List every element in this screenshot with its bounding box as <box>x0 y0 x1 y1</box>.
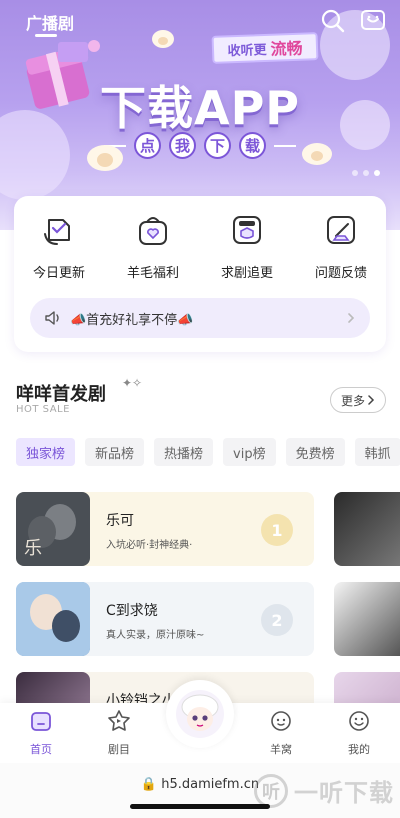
nav-home[interactable]: 首页 <box>6 709 76 757</box>
drama-title: 乐可 <box>106 513 134 529</box>
nav-label: 我的 <box>348 743 370 756</box>
cover-art <box>16 582 90 656</box>
tab-hot[interactable]: 热播榜 <box>154 438 214 466</box>
cover-art: 乐 <box>16 492 90 566</box>
chevron-right-icon <box>348 313 355 323</box>
tab-exclusive[interactable]: 独家榜 <box>16 438 76 466</box>
tab-free[interactable]: 免费榜 <box>285 438 345 466</box>
promo-big-text: 流畅 <box>270 38 303 59</box>
url-label: h5.damiefm.cn <box>161 777 260 792</box>
search-icon[interactable] <box>320 8 346 34</box>
sparkle-icon: ✦✧ <box>122 376 143 390</box>
title-underline <box>35 34 57 37</box>
more-label: 更多 <box>340 393 365 408</box>
section-title: 咩咩首发剧 <box>16 384 106 405</box>
cta-line <box>274 144 296 147</box>
message-face-icon[interactable] <box>360 8 386 34</box>
carousel-dot[interactable] <box>363 170 369 176</box>
calendar-refresh-icon <box>44 219 70 245</box>
carousel-dots[interactable] <box>352 170 380 176</box>
drama-desc: 真人实录，原汁原味~ <box>106 630 205 641</box>
tab-vip[interactable]: vip榜 <box>223 438 276 466</box>
more-button[interactable]: 更多 <box>330 387 386 413</box>
page-title: 广播剧 <box>26 14 75 33</box>
svg-text:1: 1 <box>271 521 282 540</box>
sheep-icon <box>87 145 123 171</box>
banner-headline: 下载APP <box>99 81 301 135</box>
home-icon <box>31 712 51 731</box>
watermark: 听 一听下载 <box>254 773 394 808</box>
request-badge-icon <box>233 216 261 244</box>
notice-bar[interactable]: 📣首充好礼享不停📣 <box>30 298 370 338</box>
cta-char: 点 <box>134 132 161 159</box>
menu-label: 羊毛福利 <box>126 266 179 281</box>
ranking-tabs: 独家榜 新品榜 热播榜 vip榜 免费榜 韩抓 <box>16 438 400 466</box>
nav-label: 剧目 <box>108 743 130 756</box>
drama-title: C到求饶 <box>106 603 158 619</box>
nav-label: 羊窝 <box>270 743 292 756</box>
menu-item-feedback[interactable]: 问题反馈 <box>296 212 386 281</box>
home-indicator[interactable] <box>130 804 270 809</box>
cta-char: 载 <box>239 132 266 159</box>
section-subtitle: HOT SALE <box>16 404 70 415</box>
svg-text:乐: 乐 <box>24 538 42 559</box>
rank-medal-icon: 1 <box>261 514 293 546</box>
menu-label: 今日更新 <box>32 266 85 281</box>
carousel-dot[interactable] <box>352 170 358 176</box>
nav-mine[interactable]: 我的 <box>324 709 394 757</box>
promo-small-text: 收听更 <box>227 42 267 59</box>
list-item[interactable]: C到求饶 真人实录，原汁原味~ 2 <box>16 582 314 656</box>
center-mascot-button[interactable] <box>166 680 234 748</box>
tab-korean[interactable]: 韩抓 <box>354 438 400 466</box>
rank-medal-icon: 2 <box>261 604 293 636</box>
svg-text:2: 2 <box>271 611 282 630</box>
list-item[interactable]: 乐 乐可 入坑必听·封神经典· 1 <box>16 492 314 566</box>
watermark-text: 一听下载 <box>294 779 394 807</box>
sheep-icon <box>152 30 174 48</box>
smile-face-icon <box>349 711 369 731</box>
gift-box-icon <box>58 42 88 62</box>
speaker-icon <box>45 311 59 325</box>
sheep-mascot-icon <box>176 690 224 738</box>
gift-bag-icon <box>139 217 167 245</box>
cta-char: 我 <box>169 132 196 159</box>
menu-label: 求剧追更 <box>220 266 273 281</box>
cover-image: 乐 <box>16 492 90 566</box>
drama-desc: 入坑必听·封神经典· <box>106 540 193 551</box>
nav-label: 首页 <box>30 743 52 756</box>
notice-text: 📣首充好礼享不停📣 <box>70 312 194 328</box>
promo-badge: 收听更 流畅 <box>211 32 319 64</box>
download-cta[interactable]: 点 我 下 载 <box>0 132 400 159</box>
quick-menu-card: 今日更新 羊毛福利 求剧追更 问题反馈 📣首充好礼享不停📣 <box>14 196 386 352</box>
feedback-icon <box>327 216 355 244</box>
nav-sheep-nest[interactable]: 羊窝 <box>246 709 316 757</box>
carousel-dot-active[interactable] <box>374 170 380 176</box>
nav-dramas[interactable]: 剧目 <box>84 709 154 757</box>
menu-item-today-update[interactable]: 今日更新 <box>14 212 104 281</box>
lock-icon: 🔒 <box>140 777 158 792</box>
side-cover-image[interactable] <box>334 582 400 656</box>
side-cover-image[interactable] <box>334 492 400 566</box>
tab-new[interactable]: 新品榜 <box>85 438 145 466</box>
cta-char: 下 <box>204 132 231 159</box>
menu-label: 问题反馈 <box>314 266 367 281</box>
sheep-face-icon <box>271 711 291 731</box>
menu-item-welfare[interactable]: 羊毛福利 <box>108 212 198 281</box>
play-star-icon <box>108 710 130 731</box>
chevron-right-icon <box>368 395 375 405</box>
cover-image <box>16 582 90 656</box>
sheep-icon <box>302 143 332 165</box>
menu-item-request-drama[interactable]: 求剧追更 <box>202 212 292 281</box>
watermark-logo: 听 <box>254 773 288 808</box>
